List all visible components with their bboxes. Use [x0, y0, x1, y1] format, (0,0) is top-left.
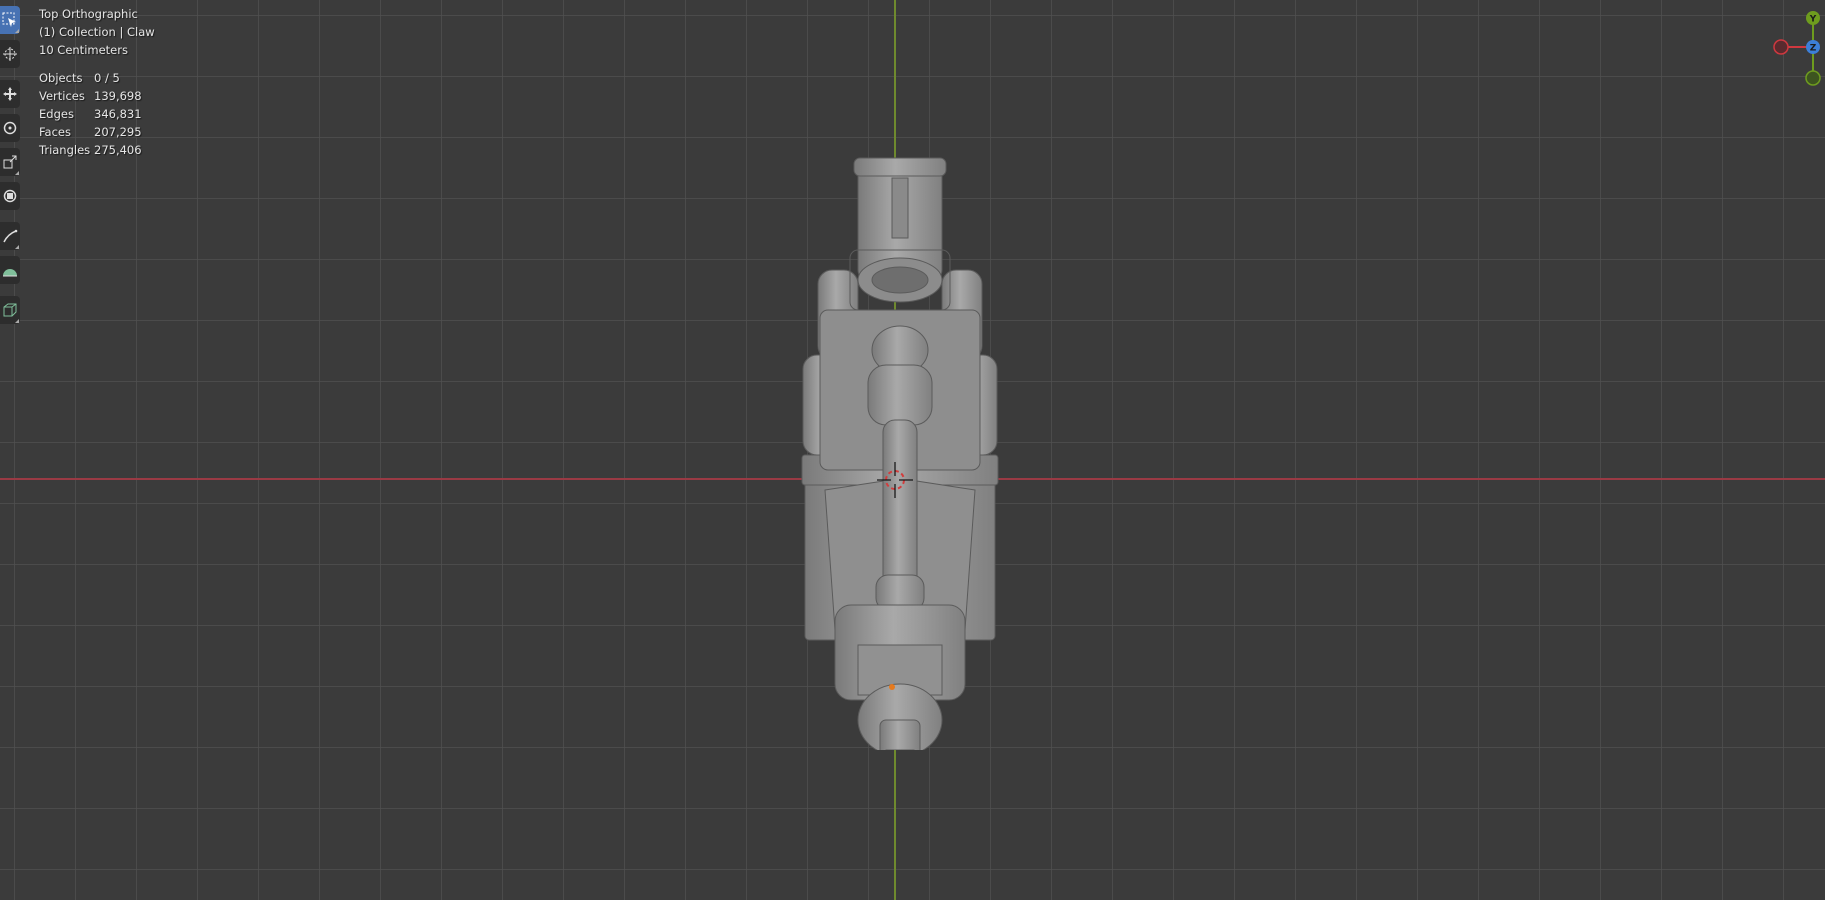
transform-icon	[3, 189, 17, 203]
scale-tool[interactable]	[0, 148, 20, 176]
move-icon	[3, 87, 17, 101]
rotate-tool[interactable]	[0, 114, 20, 142]
gizmo-neg-x-handle[interactable]	[1773, 39, 1789, 55]
stat-row-edges: Edges 346,831	[39, 105, 155, 123]
rotate-icon	[3, 121, 17, 135]
tool-shelf	[0, 6, 22, 330]
grid-scale: 10 Centimeters	[39, 43, 128, 57]
stat-row-objects: Objects 0 / 5	[39, 69, 155, 87]
stat-label: Edges	[39, 107, 74, 121]
scene-statistics: Objects 0 / 5 Vertices 139,698 Edges 346…	[39, 69, 155, 159]
3d-cursor-icon[interactable]	[877, 462, 913, 498]
collection-name: (1) Collection | Claw	[39, 25, 155, 39]
add-cube-tool[interactable]	[0, 296, 20, 324]
gizmo-y-label: Y	[1809, 15, 1817, 25]
stat-label: Vertices	[39, 89, 85, 103]
stat-label: Objects	[39, 71, 83, 85]
scale-icon	[3, 155, 17, 169]
stat-label: Faces	[39, 125, 71, 139]
stat-label: Triangles	[39, 143, 91, 157]
add-cube-icon	[3, 303, 17, 317]
stat-row-vertices: Vertices 139,698	[39, 87, 155, 105]
gizmo-neg-y-handle[interactable]	[1805, 70, 1821, 86]
measure-tool[interactable]	[0, 256, 20, 284]
stat-value: 207,295	[94, 125, 142, 139]
annotate-tool[interactable]	[0, 222, 20, 250]
transform-tool[interactable]	[0, 182, 20, 210]
cursor-tool[interactable]	[0, 40, 20, 68]
cursor-icon	[3, 47, 17, 61]
annotate-icon	[3, 229, 18, 243]
navigation-gizmo[interactable]: Y Z	[1765, 6, 1825, 86]
stat-row-faces: Faces 207,295	[39, 123, 155, 141]
view-name: Top Orthographic	[39, 7, 138, 21]
viewport-info-overlay: Top Orthographic (1) Collection | Claw 1…	[39, 5, 155, 159]
stat-value: 0 / 5	[94, 71, 120, 85]
gizmo-z-label: Z	[1810, 44, 1817, 54]
3d-viewport[interactable]	[0, 0, 1825, 900]
claw-model[interactable]	[780, 150, 1020, 750]
move-tool[interactable]	[0, 80, 20, 108]
select-box-tool[interactable]	[0, 6, 20, 34]
stat-value: 346,831	[94, 107, 142, 121]
stat-value: 275,406	[94, 143, 142, 157]
stat-row-triangles: Triangles 275,406	[39, 141, 155, 159]
measure-icon	[3, 269, 17, 277]
select-box-icon	[2, 12, 16, 27]
stat-value: 139,698	[94, 89, 142, 103]
